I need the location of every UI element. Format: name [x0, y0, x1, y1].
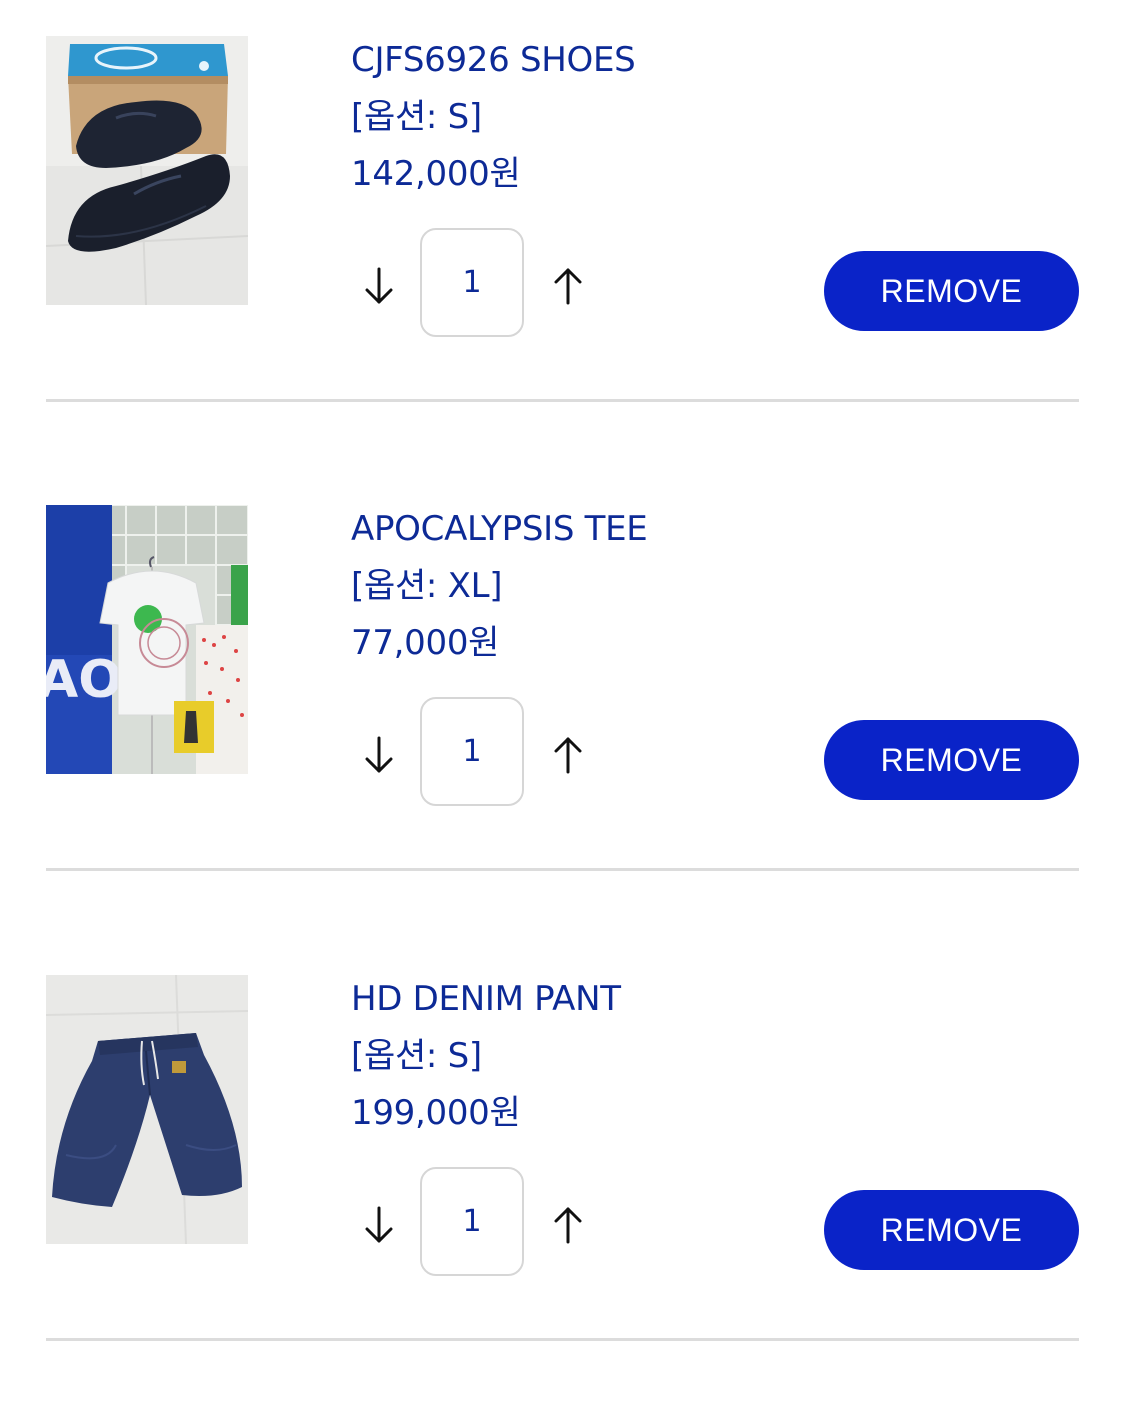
product-option: [옵션: XL] [351, 566, 503, 606]
item-divider [46, 868, 1079, 871]
quantity-input[interactable] [420, 697, 524, 806]
decrease-quantity-button[interactable] [357, 731, 401, 779]
arrow-up-icon [554, 268, 582, 305]
arrow-down-icon [365, 267, 393, 304]
increase-quantity-button[interactable] [546, 262, 590, 310]
product-image-tee[interactable]: AO [46, 505, 248, 774]
decrease-quantity-button[interactable] [357, 262, 401, 310]
product-option: [옵션: S] [351, 1036, 482, 1076]
arrow-down-icon [365, 1206, 393, 1243]
svg-text:AO: AO [46, 650, 122, 710]
product-price: 142,000원 [351, 154, 521, 194]
increase-quantity-button[interactable] [546, 1201, 590, 1249]
remove-button[interactable]: REMOVE [824, 720, 1079, 800]
item-divider [46, 1338, 1079, 1341]
product-image-pant[interactable] [46, 975, 248, 1244]
tee-photo: AO [46, 505, 248, 774]
product-image-shoes[interactable] [46, 36, 248, 305]
arrow-up-icon [554, 1207, 582, 1244]
pant-photo [46, 975, 248, 1244]
cart-item: CJFS6926 SHOES [옵션: S] 142,000원 REMOVE [0, 0, 1125, 469]
cart-item: HD DENIM PANT [옵션: S] 199,000원 REMOVE [0, 939, 1125, 1408]
shoes-photo [46, 36, 248, 305]
quantity-input[interactable] [420, 1167, 524, 1276]
product-option: [옵션: S] [351, 97, 482, 137]
arrow-down-icon [365, 736, 393, 773]
increase-quantity-button[interactable] [546, 731, 590, 779]
product-name[interactable]: CJFS6926 SHOES [351, 40, 636, 80]
cart-item: AO APOCALYPSIS TEE [옵션: XL] 77,000원 REMO… [0, 469, 1125, 938]
arrow-up-icon [554, 737, 582, 774]
product-price: 77,000원 [351, 623, 500, 663]
product-name[interactable]: HD DENIM PANT [351, 979, 621, 1019]
product-price: 199,000원 [351, 1093, 521, 1133]
remove-button[interactable]: REMOVE [824, 251, 1079, 331]
quantity-input[interactable] [420, 228, 524, 337]
decrease-quantity-button[interactable] [357, 1201, 401, 1249]
remove-button[interactable]: REMOVE [824, 1190, 1079, 1270]
product-name[interactable]: APOCALYPSIS TEE [351, 509, 648, 549]
item-divider [46, 399, 1079, 402]
